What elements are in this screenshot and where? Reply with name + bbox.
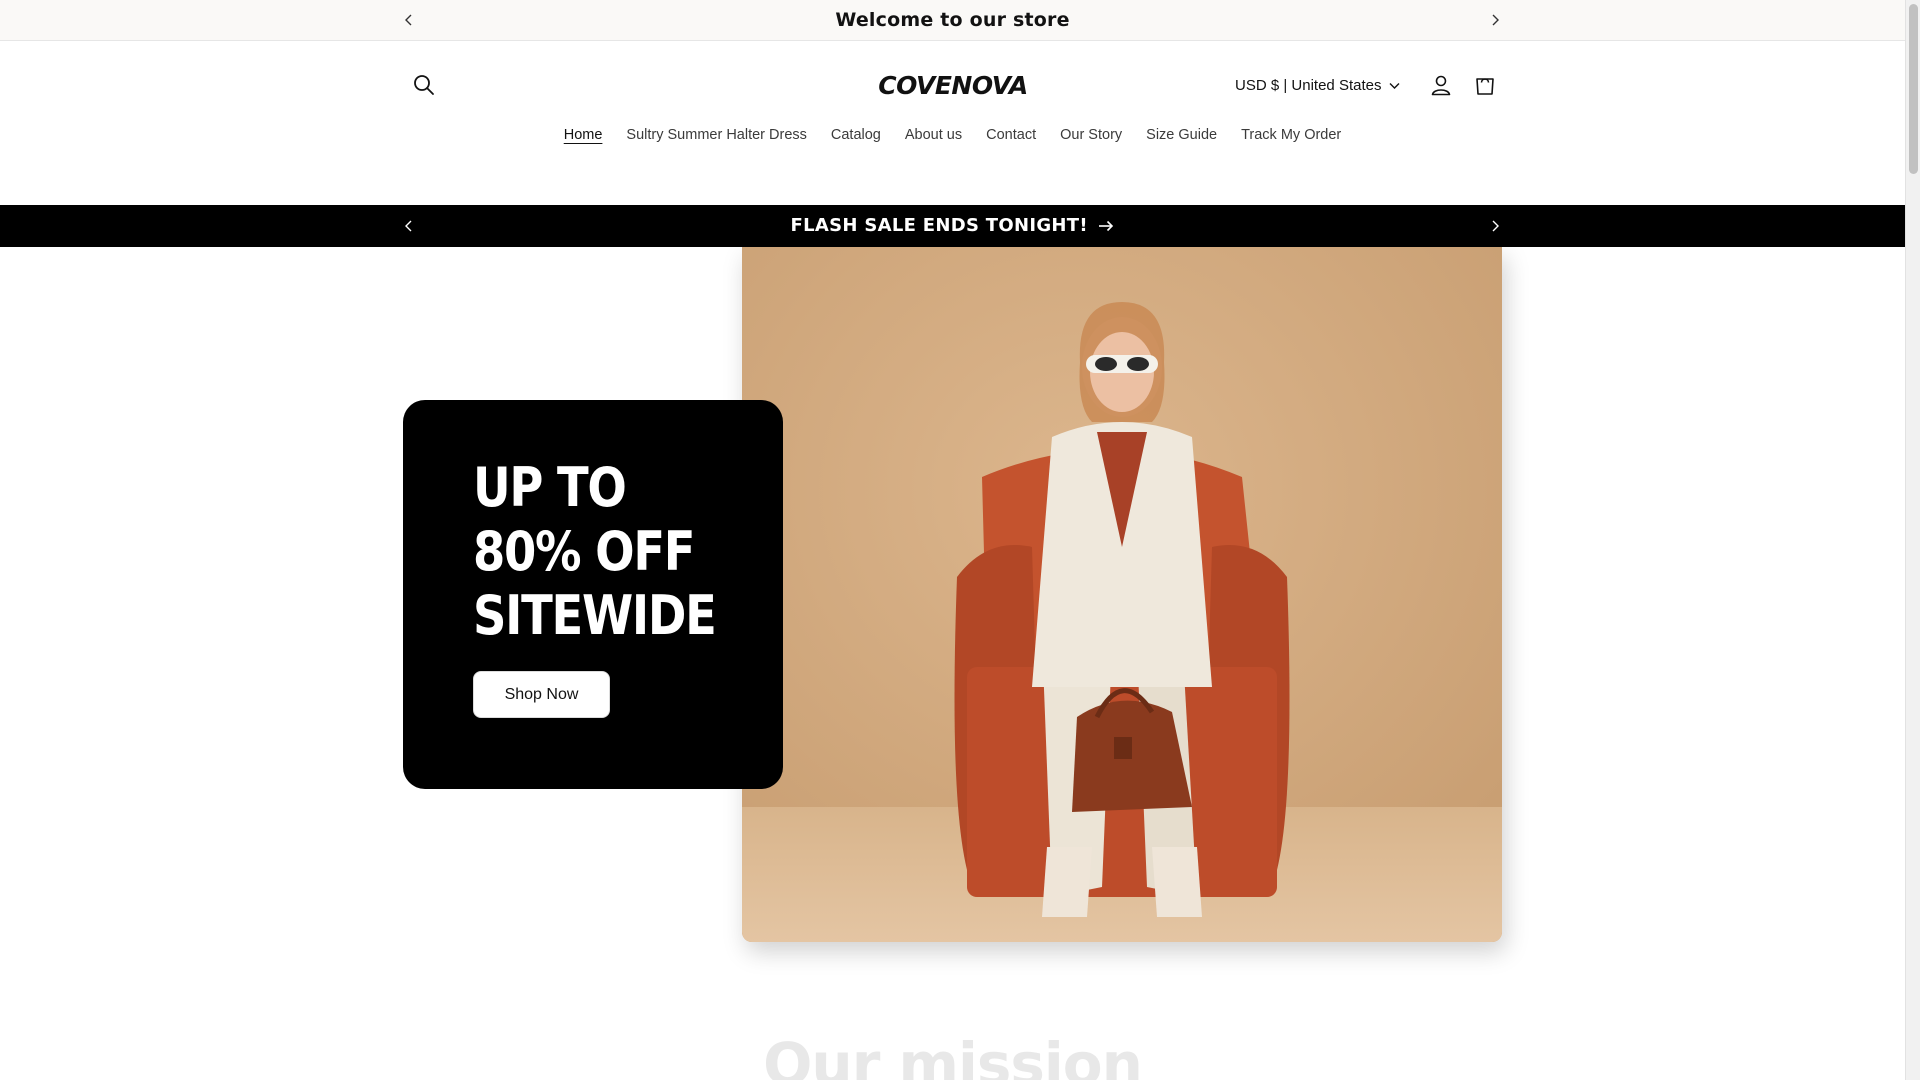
store-logo[interactable]: COVENOVA [872,71,1034,101]
promo-link[interactable]: FLASH SALE ENDS TONIGHT! [0,205,1905,247]
hero-heading-line-3: SITEWIDE [473,584,717,647]
chevron-right-icon [1492,14,1499,26]
scrollbar-thumb[interactable] [1909,4,1918,174]
hero-heading-line-1: UP TO [473,456,627,519]
hero-image [742,247,1502,942]
hero-heading-line-2: 80% OFF [473,520,696,583]
cart-icon [1476,78,1494,95]
nav-item-catalog[interactable]: Catalog [819,123,893,147]
account-icon [1431,75,1451,96]
announcement-next-button[interactable] [1483,8,1507,32]
chevron-down-icon [1389,83,1400,89]
nav-item-about-us[interactable]: About us [893,123,974,147]
mission-heading: Our mission [763,1030,1143,1080]
nav-item-contact[interactable]: Contact [974,123,1048,147]
promo-text: FLASH SALE ENDS TONIGHT! [790,215,1088,236]
hero-heading: UP TO 80% OFF SITEWIDE [473,456,731,648]
shop-now-button[interactable]: Shop Now [473,671,610,718]
currency-label: USD $ | United States [1235,77,1382,94]
nav-item-track-my-order[interactable]: Track My Order [1229,123,1353,147]
main-navigation: Home Sultry Summer Halter Dress Catalog … [0,123,1905,147]
arrow-right-icon [1099,220,1114,232]
page: Welcome to our store COVENOVA USD $ | Un… [0,0,1905,1080]
search-button[interactable] [404,65,444,105]
announcement-text: Welcome to our store [835,9,1070,31]
announcement-bar: Welcome to our store [0,0,1905,41]
nav-item-our-story[interactable]: Our Story [1048,123,1134,147]
nav-item-sultry-summer-halter-dress[interactable]: Sultry Summer Halter Dress [614,123,818,147]
site-header: COVENOVA USD $ | United States Home Sult… [0,41,1905,205]
currency-selector[interactable]: USD $ | United States [1235,71,1400,101]
promo-next-button[interactable] [1483,214,1507,238]
nav-item-size-guide[interactable]: Size Guide [1134,123,1229,147]
promo-bar: FLASH SALE ENDS TONIGHT! [0,205,1905,247]
nav-item-home[interactable]: Home [552,123,615,147]
hero-content-card: UP TO 80% OFF SITEWIDE Shop Now [403,400,783,789]
page-scrollbar[interactable] [1905,0,1920,1080]
fashion-model-illustration [742,247,1502,942]
search-icon [414,75,434,95]
account-button[interactable] [1421,65,1461,105]
cart-button[interactable] [1465,65,1505,105]
chevron-right-icon [1492,220,1499,232]
